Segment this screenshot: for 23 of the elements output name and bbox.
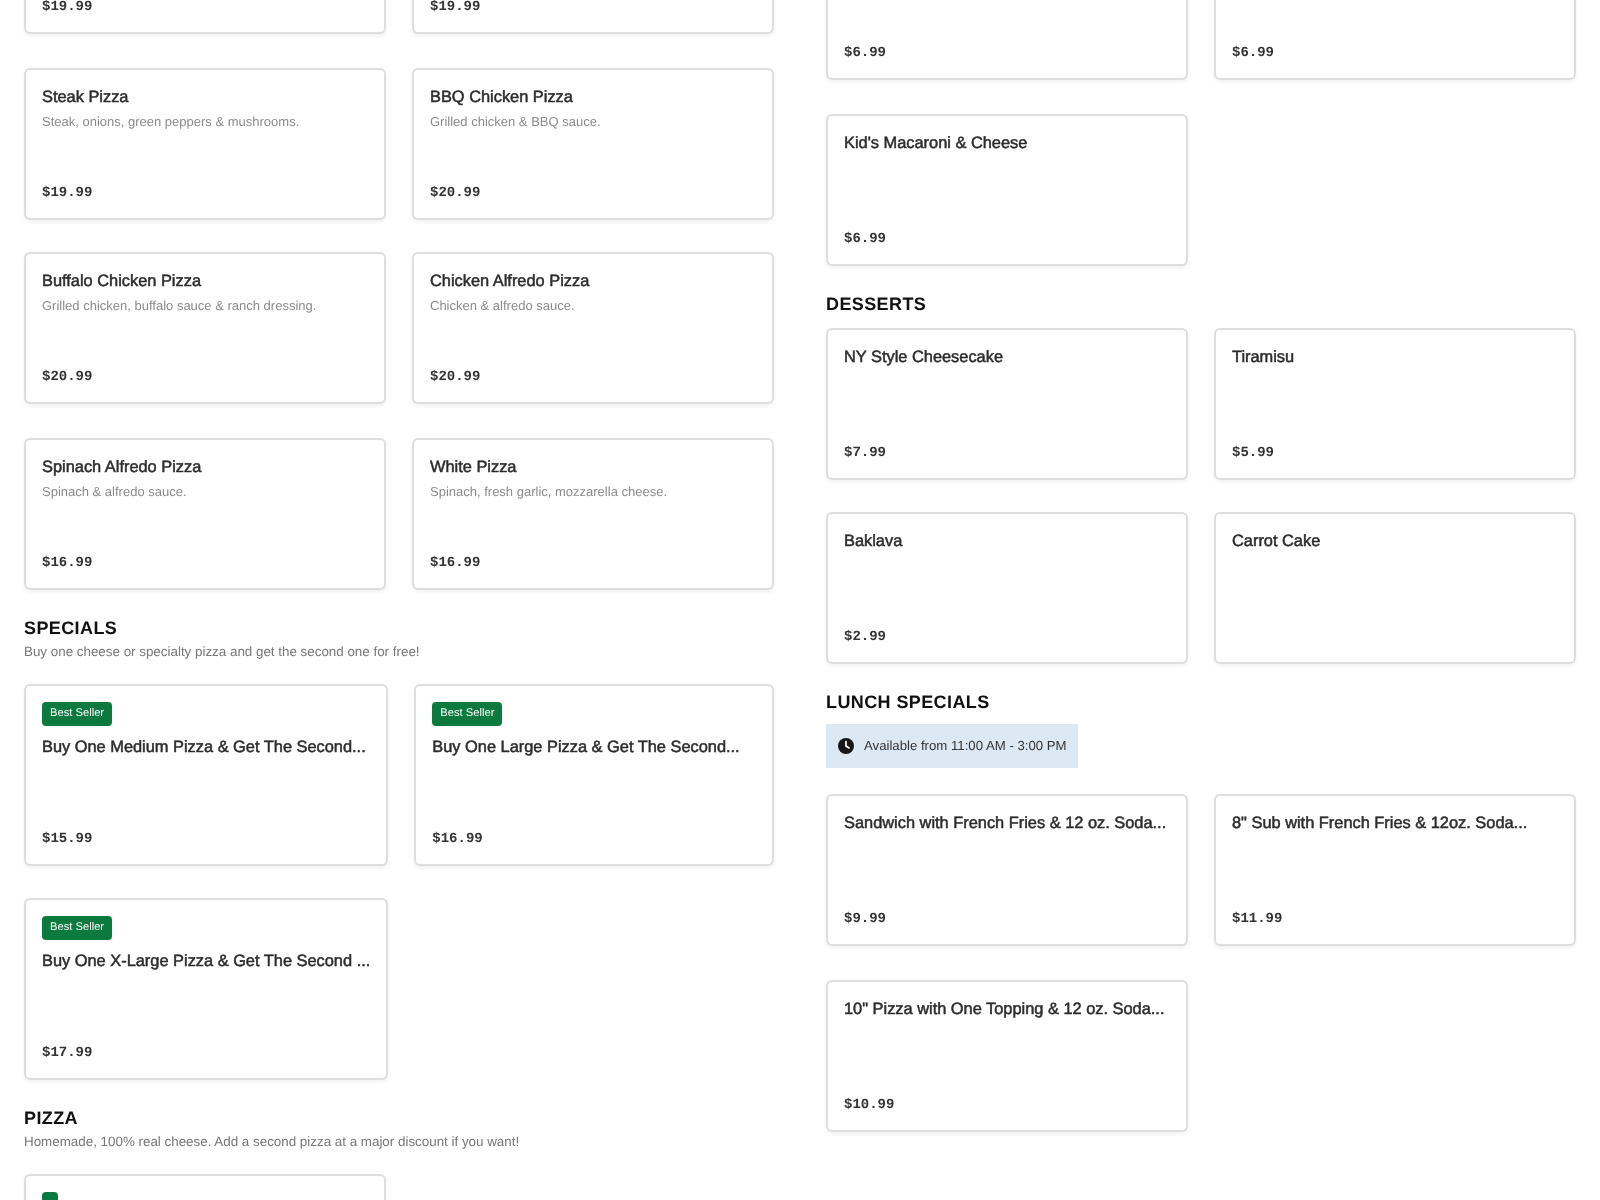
item-name: Spinach Alfredo Pizza <box>42 455 204 479</box>
item-name: White Pizza <box>430 455 519 479</box>
section-heading: SPECIALS <box>24 615 118 639</box>
section-heading: DESSERTS <box>826 291 927 315</box>
clock-icon <box>838 738 854 754</box>
item-name: 10" Pizza with One Topping & 12 oz. Soda... <box>844 997 1167 1021</box>
item-name: 8" Sub with French Fries & 12oz. Soda... <box>1232 812 1530 836</box>
item-name: Buffalo Chicken Pizza <box>42 270 203 294</box>
item-name: Sandwich with French Fries & 12 oz. Soda... <box>844 812 1169 836</box>
item-name: Carrot Cake <box>1232 530 1323 554</box>
item-name: NY Style Cheesecake <box>844 345 1005 369</box>
item-name: Kid's Macaroni & Cheese <box>844 131 1030 155</box>
item-name: Buy One Large Pizza & Get The Second... <box>432 735 742 759</box>
section-heading: LUNCH SPECIALS <box>826 690 990 714</box>
item-name: Buy One X-Large Pizza & Get The Second ... <box>42 950 371 974</box>
menu-item-card[interactable]: Carrot Cake <box>1214 512 1576 664</box>
item-name: Baklava <box>844 530 905 554</box>
item-name: Buy One Medium Pizza & Get The Second... <box>42 735 368 759</box>
item-name: Steak Pizza <box>42 85 131 109</box>
item-name: Tiramisu <box>1232 345 1297 369</box>
item-name: BBQ Chicken Pizza <box>430 85 575 109</box>
section-heading: PIZZA <box>24 1106 78 1130</box>
item-name: Chicken Alfredo Pizza <box>430 270 592 294</box>
